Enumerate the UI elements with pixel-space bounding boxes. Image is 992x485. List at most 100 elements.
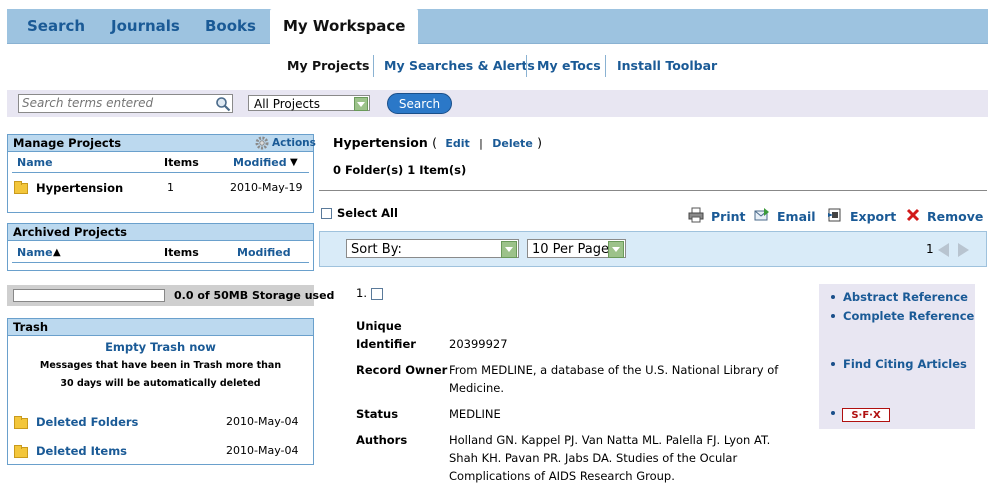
empty-trash-link[interactable]: Empty Trash now: [8, 340, 313, 354]
project-scope-select[interactable]: All Projects: [248, 95, 370, 111]
subnav-divider: [373, 55, 374, 77]
storage-meter: 0.0 of 50MB Storage used: [7, 285, 334, 306]
page-title: Hypertension: [333, 135, 428, 150]
chevron-down-icon: [608, 241, 624, 258]
col-items-header: Items: [164, 156, 199, 169]
record-owner-value: From MEDLINE, a database of the U.S. Nat…: [449, 363, 779, 395]
project-row-modified: 2010-May-19: [230, 181, 303, 194]
print-button[interactable]: Print: [711, 209, 746, 224]
trash-header: Trash: [8, 319, 313, 336]
manage-projects-panel: Manage Projects Actions Name Items Modif…: [7, 134, 316, 213]
tab-journals[interactable]: Journals: [111, 9, 180, 43]
find-citing-articles-link[interactable]: Find Citing Articles: [843, 357, 967, 371]
unique-identifier-label: Unique Identifier: [356, 317, 416, 353]
search-input[interactable]: [19, 95, 215, 110]
archived-col-modified-header[interactable]: Modified: [237, 246, 291, 260]
bullet: [831, 411, 835, 415]
col-modified-header[interactable]: Modified: [233, 156, 287, 170]
top-nav-bar: Search Journals Books My Workspace: [7, 9, 988, 44]
title-close-paren: ): [537, 135, 543, 150]
remove-button[interactable]: Remove: [927, 209, 983, 224]
archived-projects-panel: Archived Projects Name ▲ Items Modified: [7, 223, 314, 271]
chevron-down-icon: [354, 97, 368, 111]
per-page-select[interactable]: 10 Per Page: [527, 239, 626, 258]
trash-panel: Trash Empty Trash now Messages that have…: [7, 318, 314, 465]
deleted-folders-link[interactable]: Deleted Folders: [36, 415, 138, 429]
unique-identifier-value: 20399927: [449, 337, 508, 351]
actions-link[interactable]: Actions: [272, 135, 316, 151]
trash-note-line2: 30 days will be automatically deleted: [60, 378, 261, 389]
unique-label-line1: Unique: [356, 319, 402, 333]
project-scope-value: All Projects: [254, 97, 320, 111]
subnav-divider: [605, 55, 606, 77]
sfx-button[interactable]: S·F·X: [842, 408, 890, 422]
storage-text: 0.0 of 50MB Storage used: [174, 289, 335, 302]
page-number: 1: [926, 242, 934, 256]
delete-project-link[interactable]: Delete: [492, 137, 533, 150]
archived-col-items-header: Items: [164, 246, 199, 259]
tab-search[interactable]: Search: [27, 9, 85, 43]
folder-item-summary: 0 Folder(s) 1 Item(s): [333, 163, 467, 177]
printer-icon[interactable]: [688, 207, 704, 223]
bullet: [831, 314, 835, 318]
archived-header-divider: [12, 262, 309, 263]
trash-note-line1: Messages that have been in Trash more th…: [39, 360, 282, 371]
title-open-paren: (: [432, 135, 438, 150]
col-name-header[interactable]: Name: [17, 156, 53, 170]
gear-icon[interactable]: [255, 136, 269, 150]
project-row-items: 1: [167, 181, 174, 194]
edit-project-link[interactable]: Edit: [445, 137, 469, 150]
select-all-checkbox[interactable]: [321, 208, 332, 219]
folder-icon: [14, 181, 28, 194]
record-owner-label: Record Owner: [356, 363, 448, 377]
sort-desc-icon: ▼: [290, 157, 298, 168]
record-checkbox[interactable]: [371, 288, 383, 300]
deleted-items-modified: 2010-May-04: [226, 444, 299, 457]
sort-asc-icon: ▲: [53, 247, 61, 258]
status-value: MEDLINE: [449, 407, 501, 421]
tab-my-workspace[interactable]: My Workspace: [270, 9, 419, 44]
trash-title: Trash: [13, 320, 49, 334]
complete-reference-link[interactable]: Complete Reference: [843, 309, 974, 323]
manage-projects-title: Manage Projects: [13, 136, 122, 150]
search-field[interactable]: [18, 94, 233, 113]
tab-books[interactable]: Books: [205, 9, 256, 43]
section-divider: [319, 190, 987, 191]
magnifier-icon[interactable]: [215, 96, 231, 112]
abstract-reference-link[interactable]: Abstract Reference: [843, 290, 968, 304]
export-button[interactable]: Export: [850, 209, 896, 224]
per-page-value: 10 Per Page: [532, 242, 609, 257]
authors-value: Holland GN. Kappel PJ. Van Natta ML. Pal…: [449, 433, 771, 483]
storage-bar: [13, 289, 165, 302]
email-icon[interactable]: [754, 207, 770, 223]
subnav-my-etocs[interactable]: My eTocs: [537, 57, 601, 75]
export-icon[interactable]: [827, 207, 843, 223]
authors-label: Authors: [356, 433, 408, 447]
select-all-label: Select All: [337, 206, 398, 220]
subnav-divider: [526, 55, 527, 77]
folder-icon: [14, 445, 28, 458]
subnav-install-toolbar[interactable]: Install Toolbar: [617, 57, 717, 75]
bullet: [831, 295, 835, 299]
folder-icon: [14, 416, 28, 429]
sort-by-value: Sort By:: [351, 242, 402, 257]
unique-label-line2: Identifier: [356, 337, 416, 351]
prev-page-icon[interactable]: [938, 243, 949, 257]
archived-projects-header: Archived Projects: [8, 224, 313, 241]
bullet: [831, 362, 835, 366]
next-page-icon[interactable]: [958, 243, 969, 257]
remove-icon[interactable]: [905, 207, 921, 223]
deleted-items-link[interactable]: Deleted Items: [36, 444, 127, 458]
chevron-down-icon: [501, 241, 517, 258]
email-button[interactable]: Email: [777, 209, 816, 224]
search-button[interactable]: Search: [387, 93, 452, 114]
subnav-my-searches-alerts[interactable]: My Searches & Alerts: [384, 57, 535, 75]
record-index: 1.: [356, 286, 367, 300]
subnav-my-projects[interactable]: My Projects: [287, 57, 369, 75]
sort-by-select[interactable]: Sort By:: [346, 239, 519, 258]
manage-projects-header: Manage Projects Actions: [8, 135, 316, 152]
project-row-name[interactable]: Hypertension: [36, 181, 123, 195]
header-divider: [12, 172, 309, 173]
title-separator: |: [479, 137, 483, 150]
archived-col-name-header[interactable]: Name: [17, 246, 53, 260]
